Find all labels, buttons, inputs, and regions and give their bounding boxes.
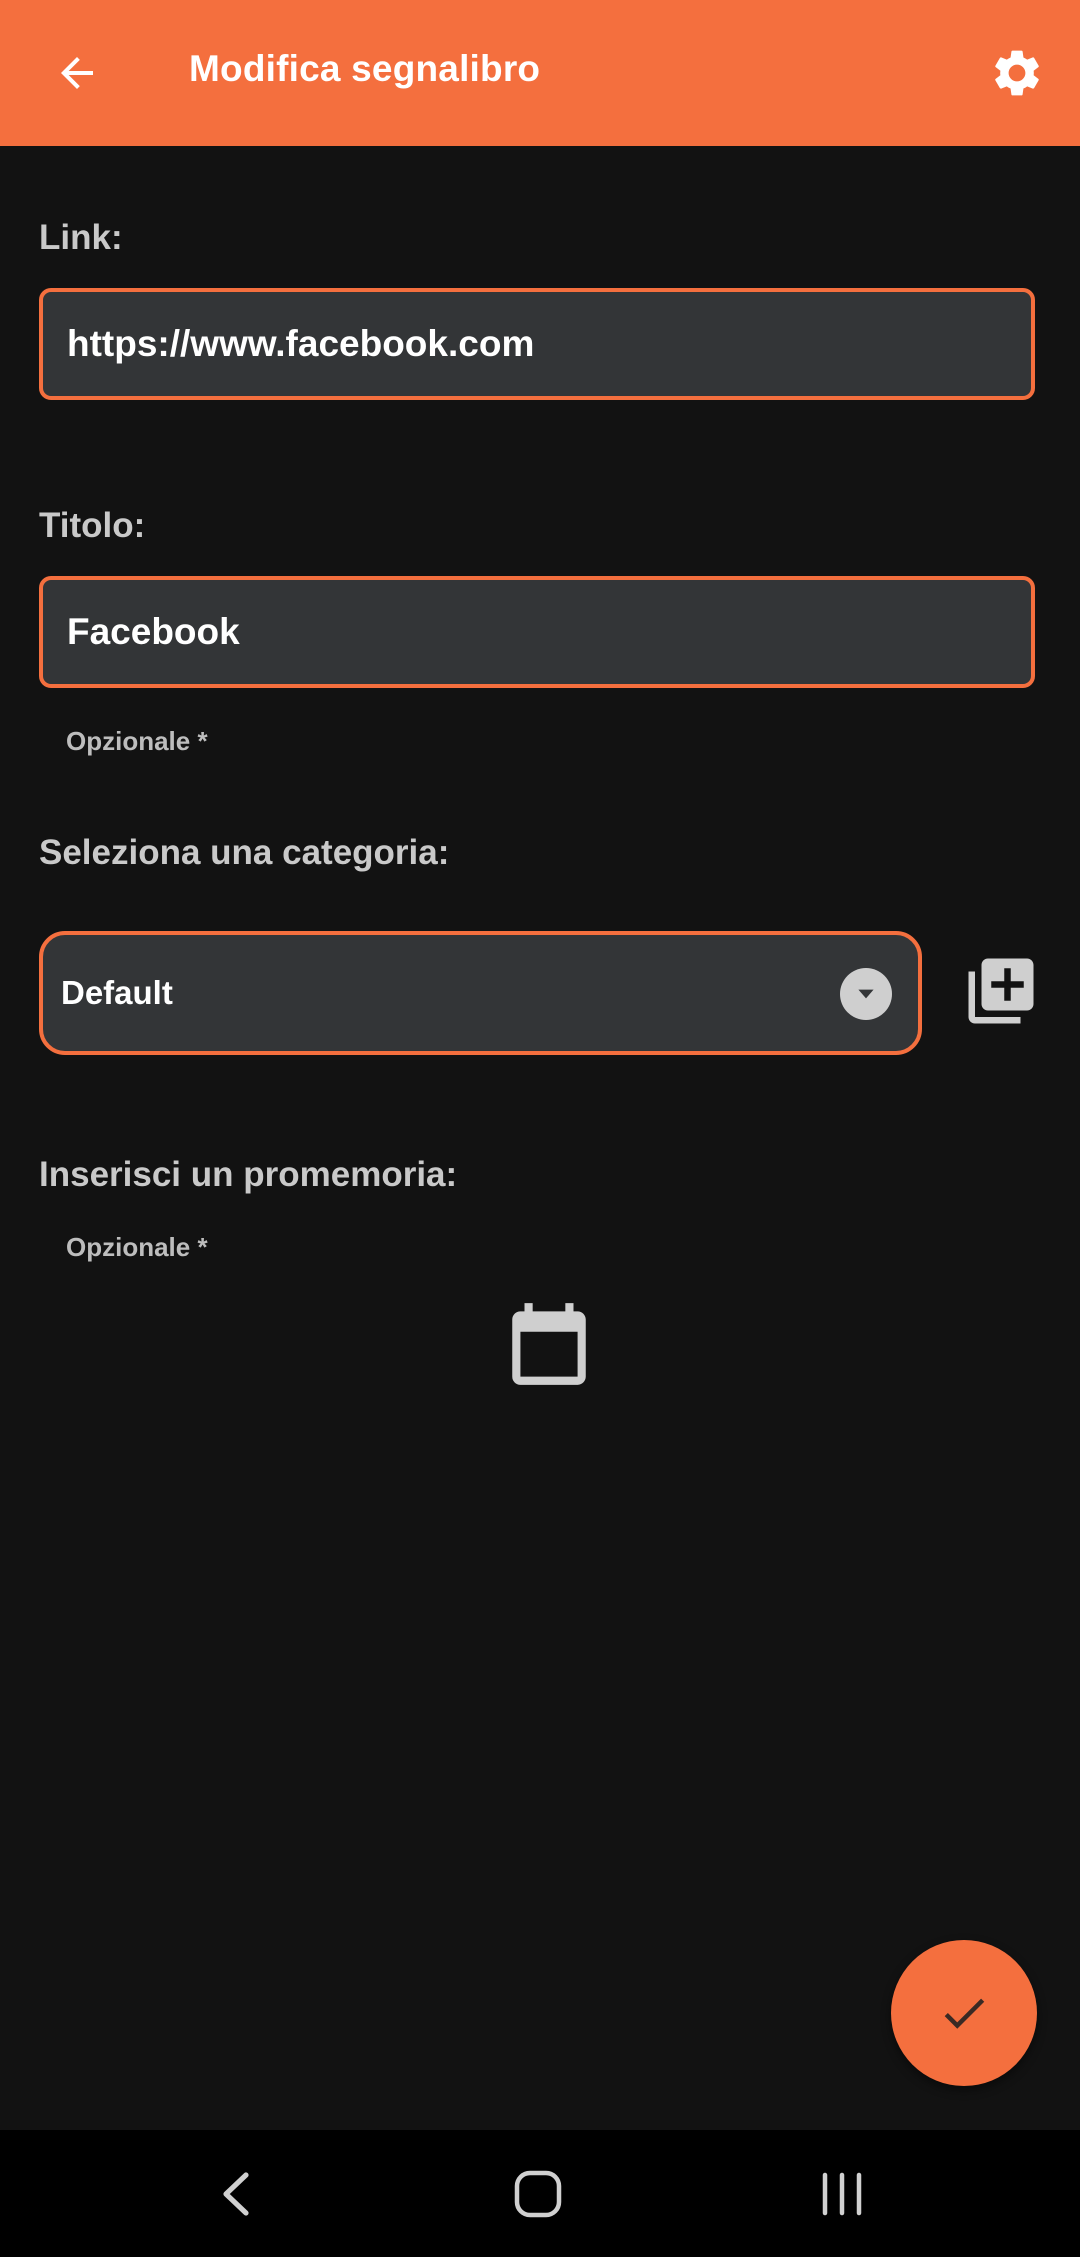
nav-back-icon: [223, 2172, 249, 2216]
category-dropdown-button[interactable]: [840, 968, 892, 1020]
nav-back-button[interactable]: [196, 2158, 276, 2230]
nav-recents-button[interactable]: [802, 2158, 882, 2230]
settings-button[interactable]: [984, 40, 1050, 106]
nav-home-icon: [514, 2170, 562, 2218]
calendar-icon: [512, 1303, 586, 1385]
title-field[interactable]: [39, 576, 1035, 688]
add-category-button[interactable]: [962, 952, 1040, 1030]
arrow-left-icon: [61, 57, 93, 89]
page-title: Modifica segnalibro: [189, 48, 541, 89]
nav-recents-icon: [822, 2172, 862, 2216]
category-label: Seleziona una categoria:: [39, 833, 450, 872]
category-select[interactable]: Default: [39, 931, 922, 1055]
link-label: Link:: [39, 218, 123, 257]
calendar-button[interactable]: [500, 1292, 598, 1396]
title-label: Titolo:: [39, 506, 146, 545]
app-bar: Modifica segnalibro: [0, 0, 1080, 146]
app-root: Modifica segnalibro Link: Titolo: Opzion…: [0, 0, 1080, 2257]
title-input[interactable]: [67, 611, 1007, 653]
gear-icon: [995, 50, 1039, 96]
back-button[interactable]: [44, 40, 110, 106]
link-field[interactable]: [39, 288, 1035, 400]
reminder-optional-hint: Opzionale *: [66, 1232, 208, 1262]
add-to-library-icon: [968, 958, 1034, 1024]
title-optional-hint: Opzionale *: [66, 726, 208, 756]
save-fab-button[interactable]: [891, 1940, 1037, 2086]
checkmark-icon: [944, 1998, 985, 2029]
nav-home-button[interactable]: [498, 2158, 578, 2230]
link-input[interactable]: [67, 323, 1007, 365]
chevron-down-icon: [858, 989, 874, 999]
reminder-label: Inserisci un promemoria:: [39, 1155, 458, 1194]
category-selected-value: Default: [61, 974, 173, 1011]
system-nav-bar: [0, 2130, 1080, 2257]
